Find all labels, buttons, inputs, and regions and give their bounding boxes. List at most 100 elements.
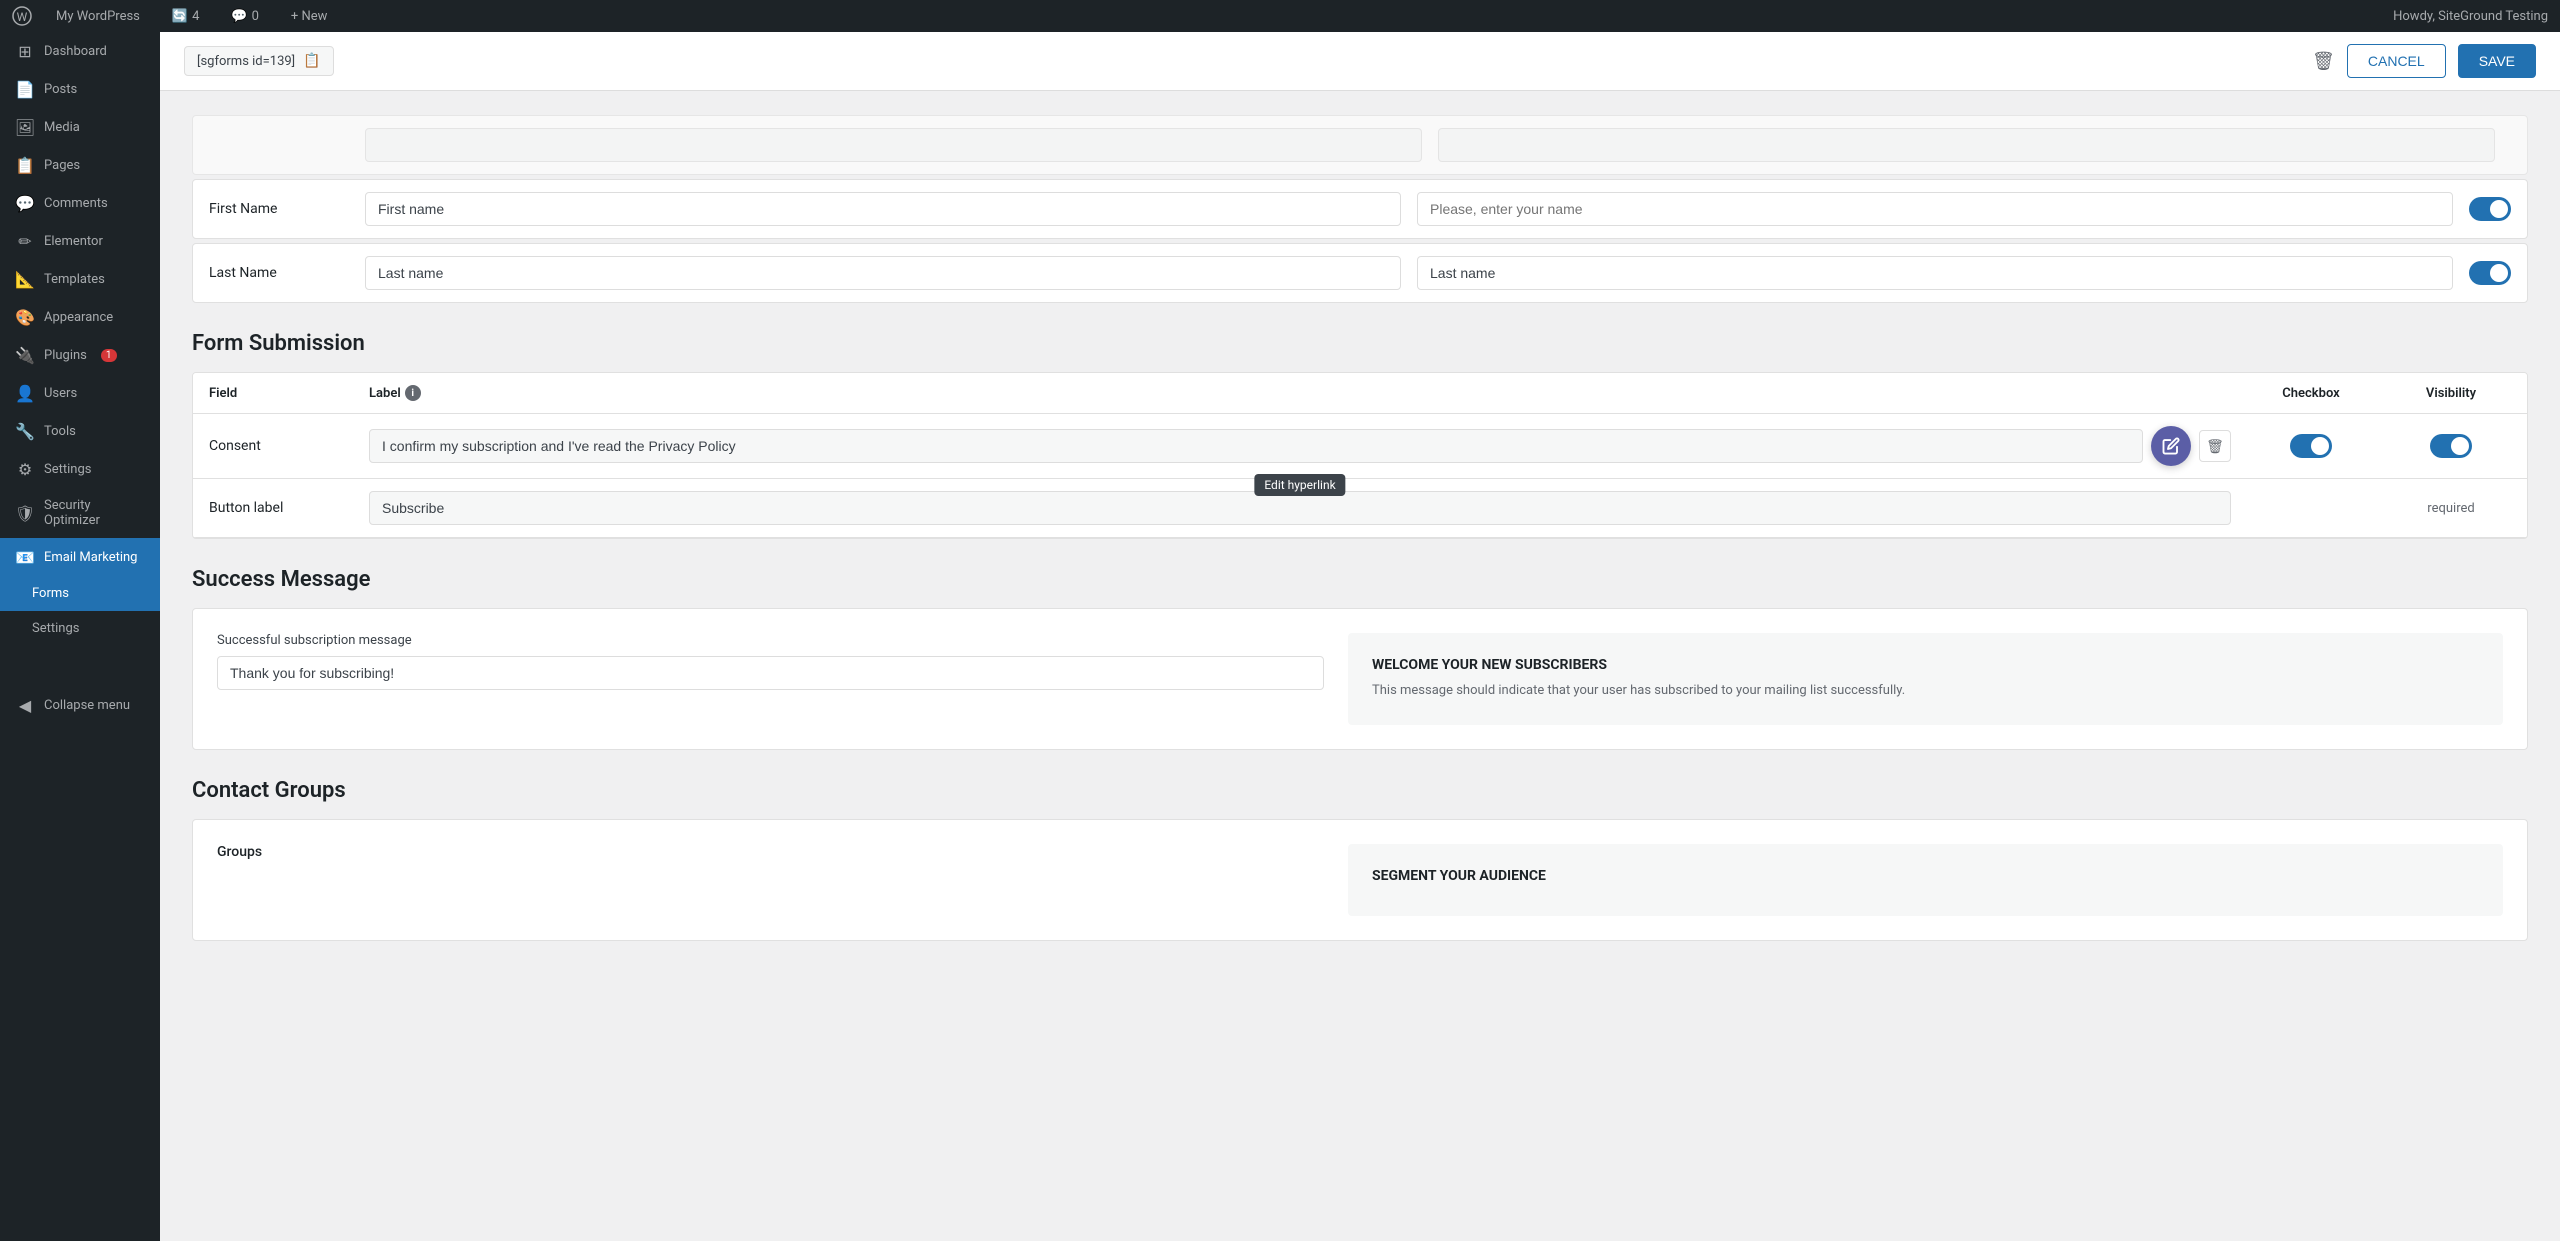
sidebar-item-media[interactable]: 🖼 Media <box>0 108 160 146</box>
sidebar-item-posts[interactable]: 📄 Posts <box>0 70 160 108</box>
copy-shortcode-icon[interactable]: 📋 <box>303 53 320 69</box>
first-name-label: First Name <box>209 201 349 217</box>
last-name-placeholder-input[interactable] <box>1417 256 2453 290</box>
sidebar-submenu: Forms Settings <box>0 576 160 646</box>
sidebar-item-comments[interactable]: 💬 Comments <box>0 184 160 222</box>
form-submission-heading: Form Submission <box>192 331 2528 356</box>
elementor-icon: ✏ <box>16 232 34 250</box>
success-label: Successful subscription message <box>217 633 1324 648</box>
svg-text:W: W <box>17 10 28 24</box>
groups-left: Groups <box>217 844 1324 916</box>
field-row-lastname: Last Name <box>192 243 2528 303</box>
wordpress-logo[interactable]: W <box>12 6 32 26</box>
form-content: First Name Last Name Form Submission Fie… <box>160 91 2560 965</box>
success-right-desc: This message should indicate that your u… <box>1372 681 2479 701</box>
sidebar-item-appearance[interactable]: 🎨 Appearance <box>0 298 160 336</box>
groups-right: SEGMENT YOUR AUDIENCE <box>1348 844 2503 916</box>
pages-icon: 📋 <box>16 156 34 174</box>
success-left: Successful subscription message <box>217 633 1324 725</box>
success-right-title: WELCOME YOUR NEW SUBSCRIBERS <box>1372 657 2479 673</box>
sidebar-item-security[interactable]: 🛡 Security Optimizer <box>0 488 160 538</box>
appearance-icon: 🎨 <box>16 308 34 326</box>
site-name[interactable]: My WordPress <box>48 0 148 32</box>
edit-hyperlink-button[interactable] <box>2151 426 2191 466</box>
security-icon: 🛡 <box>16 504 34 522</box>
templates-icon: 📐 <box>16 270 34 288</box>
success-message-heading: Success Message <box>192 567 2528 592</box>
media-icon: 🖼 <box>16 118 34 136</box>
plugins-icon: 🔌 <box>16 346 34 364</box>
sidebar-item-pages[interactable]: 📋 Pages <box>0 146 160 184</box>
form-topbar: [sgforms id=139] 📋 🗑 CANCEL SAVE <box>160 32 2560 91</box>
email-marketing-icon: 📧 <box>16 548 34 566</box>
th-label: Label i <box>369 385 2231 401</box>
delete-form-button[interactable]: 🗑 <box>2312 51 2335 72</box>
cancel-button[interactable]: CANCEL <box>2347 44 2446 78</box>
sidebar-item-templates[interactable]: 📐 Templates <box>0 260 160 298</box>
howdy-text: Howdy, SiteGround Testing <box>2393 9 2548 24</box>
first-name-placeholder-input[interactable] <box>1417 192 2453 226</box>
tools-icon: 🔧 <box>16 422 34 440</box>
shortcode-display: [sgforms id=139] 📋 <box>184 46 334 76</box>
comments-icon: 💬 <box>16 194 34 212</box>
admin-bar: W My WordPress 🔄 4 💬 0 + New Howdy, Site… <box>0 0 2560 32</box>
field-top-input[interactable] <box>365 128 1422 162</box>
save-button[interactable]: SAVE <box>2458 44 2536 78</box>
consent-field-label: Consent <box>209 438 369 454</box>
consent-label-cell: 🗑 Edit hyperlink <box>369 426 2231 466</box>
button-label-field: Button label <box>209 500 369 516</box>
success-message-input[interactable] <box>217 656 1324 690</box>
table-row-consent: Consent 🗑 Edit hyperlink <box>193 414 2527 479</box>
new-content[interactable]: + New <box>283 0 336 32</box>
delete-consent-row-button[interactable]: 🗑 <box>2199 430 2231 462</box>
sidebar-item-elementor[interactable]: ✏ Elementor <box>0 222 160 260</box>
field-top-placeholder[interactable] <box>1438 128 2495 162</box>
users-icon: 👤 <box>16 384 34 402</box>
sidebar-item-settings[interactable]: ⚙ Settings <box>0 450 160 488</box>
last-name-toggle[interactable] <box>2469 261 2511 285</box>
sidebar-item-forms[interactable]: Forms <box>0 576 160 611</box>
sidebar-item-users[interactable]: 👤 Users <box>0 374 160 412</box>
groups-right-title: SEGMENT YOUR AUDIENCE <box>1372 868 2479 884</box>
last-name-label: Last Name <box>209 265 349 281</box>
label-info-icon[interactable]: i <box>405 385 421 401</box>
last-name-input[interactable] <box>365 256 1401 290</box>
groups-label: Groups <box>217 844 1324 860</box>
submission-table: Field Label i Checkbox Visibility Consen… <box>192 372 2528 539</box>
sidebar-item-dashboard[interactable]: ⊞ Dashboard <box>0 32 160 70</box>
consent-visibility-toggle[interactable] <box>2430 434 2472 458</box>
edit-hyperlink-tooltip: Edit hyperlink <box>1254 474 1345 496</box>
field-row-top <box>192 115 2528 175</box>
first-name-toggle[interactable] <box>2469 197 2511 221</box>
success-right: WELCOME YOUR NEW SUBSCRIBERS This messag… <box>1348 633 2503 725</box>
consent-visibility-cell <box>2391 434 2511 458</box>
comments-count[interactable]: 💬 0 <box>223 0 267 32</box>
th-field: Field <box>209 386 369 401</box>
groups-section: Groups SEGMENT YOUR AUDIENCE <box>192 819 2528 941</box>
button-label-required: required <box>2391 501 2511 516</box>
main-content: [sgforms id=139] 📋 🗑 CANCEL SAVE First N… <box>160 32 2560 1241</box>
sidebar-item-email-marketing[interactable]: 📧 Email Marketing <box>0 538 160 576</box>
button-label-input[interactable] <box>369 491 2231 525</box>
sidebar-item-settings-sub[interactable]: Settings <box>0 611 160 646</box>
contact-groups-heading: Contact Groups <box>192 778 2528 803</box>
consent-checkbox-cell <box>2231 434 2391 458</box>
sidebar: ⊞ Dashboard 📄 Posts 🖼 Media 📋 Pages 💬 Co… <box>0 32 160 1241</box>
consent-checkbox-toggle[interactable] <box>2290 434 2332 458</box>
table-row-button-label: Button label required <box>193 479 2527 538</box>
collapse-menu[interactable]: ◀ Collapse menu <box>0 686 160 724</box>
first-name-input[interactable] <box>365 192 1401 226</box>
field-row-firstname: First Name <box>192 179 2528 239</box>
updates-count[interactable]: 🔄 4 <box>164 0 208 32</box>
consent-label-input[interactable] <box>369 429 2143 463</box>
table-header: Field Label i Checkbox Visibility <box>193 373 2527 414</box>
sidebar-item-tools[interactable]: 🔧 Tools <box>0 412 160 450</box>
button-label-cell <box>369 491 2231 525</box>
success-section: Successful subscription message WELCOME … <box>192 608 2528 750</box>
posts-icon: 📄 <box>16 80 34 98</box>
th-checkbox: Checkbox <box>2231 386 2391 401</box>
th-visibility: Visibility <box>2391 386 2511 401</box>
collapse-icon: ◀ <box>16 696 34 714</box>
settings-icon: ⚙ <box>16 460 34 478</box>
sidebar-item-plugins[interactable]: 🔌 Plugins 1 <box>0 336 160 374</box>
